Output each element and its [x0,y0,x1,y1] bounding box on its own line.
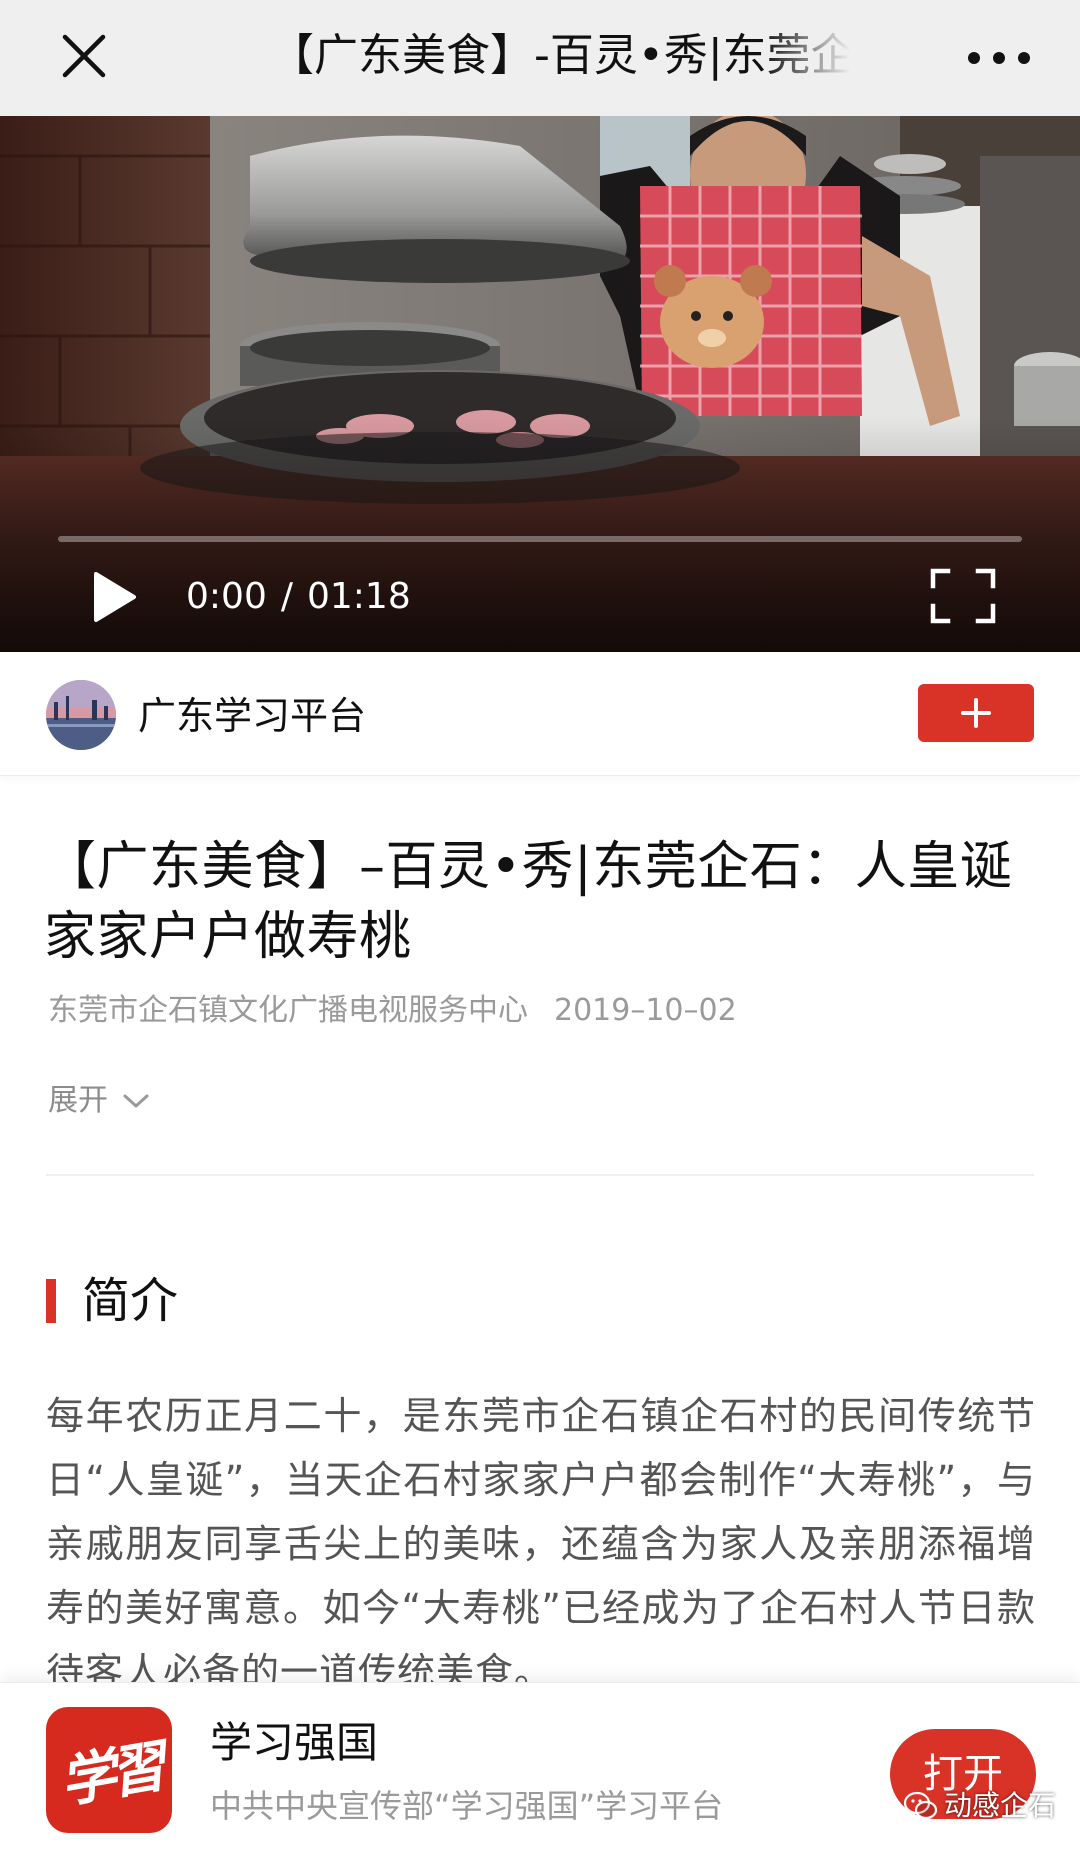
expand-button[interactable]: 展开 [48,1078,150,1124]
channel-avatar[interactable] [46,680,116,750]
section-accent-bar [46,1279,56,1323]
more-options-button[interactable] [968,36,1030,80]
fullscreen-icon[interactable] [930,568,996,624]
video-player[interactable]: 0:00 / 01:18 [0,116,1080,652]
video-progress-bar[interactable] [58,536,1022,542]
follow-button[interactable] [918,684,1034,742]
article-title: 【广东美食】–百灵•秀|东莞企石：人皇诞 家家户户做寿桃 [44,837,1013,967]
avatar-image [46,680,116,750]
intro-heading: 简介 [46,1270,178,1332]
channel-row: 广东学习平台 [0,652,1080,776]
watermark-text: 动感企石 [944,1789,1057,1822]
more-dots-icon [968,52,980,64]
app-description: 中共中央宣传部“学习强国”学习平台 [210,1787,724,1825]
close-button[interactable] [52,24,116,88]
expand-label: 展开 [48,1083,108,1118]
page-title: 【广东美食】-百灵•秀|东莞企石：人皇诞 家家户户做寿桃 [270,30,850,81]
intro-body-text: 每年农历正月二十，是东莞市企石镇企石村的民间传统节日“人皇诞”，当天企石村家家户… [46,1394,1036,1694]
intro-heading-label: 简介 [82,1273,179,1329]
article-date: 2019–10–02 [554,993,737,1028]
article-source: 东莞市企石镇文化广播电视服务中心 [48,993,528,1028]
video-time-display: 0:00 / 01:18 [186,572,411,622]
app-name: 学习强国 [210,1718,379,1767]
wechat-icon [904,1791,938,1820]
video-current-time: 0:00 [186,576,267,617]
app-logo-text: 学習 [54,1733,165,1816]
video-duration: 01:18 [306,576,411,617]
article-meta: 东莞市企石镇文化广播电视服务中心 2019–10–02 [48,988,737,1034]
channel-name[interactable]: 广东学习平台 [138,688,366,744]
video-time-separator: / [280,576,293,617]
chevron-down-icon [123,1094,149,1108]
section-divider [46,1174,1034,1176]
video-frame-image [0,116,1080,652]
plus-icon [961,698,991,728]
app-logo[interactable]: 学習 [46,1707,172,1833]
close-icon [62,34,106,78]
play-icon[interactable] [92,570,138,624]
top-bar: 【广东美食】-百灵•秀|东莞企石：人皇诞 家家户户做寿桃 [0,0,1080,116]
watermark: 动感企石 [904,1784,1056,1828]
